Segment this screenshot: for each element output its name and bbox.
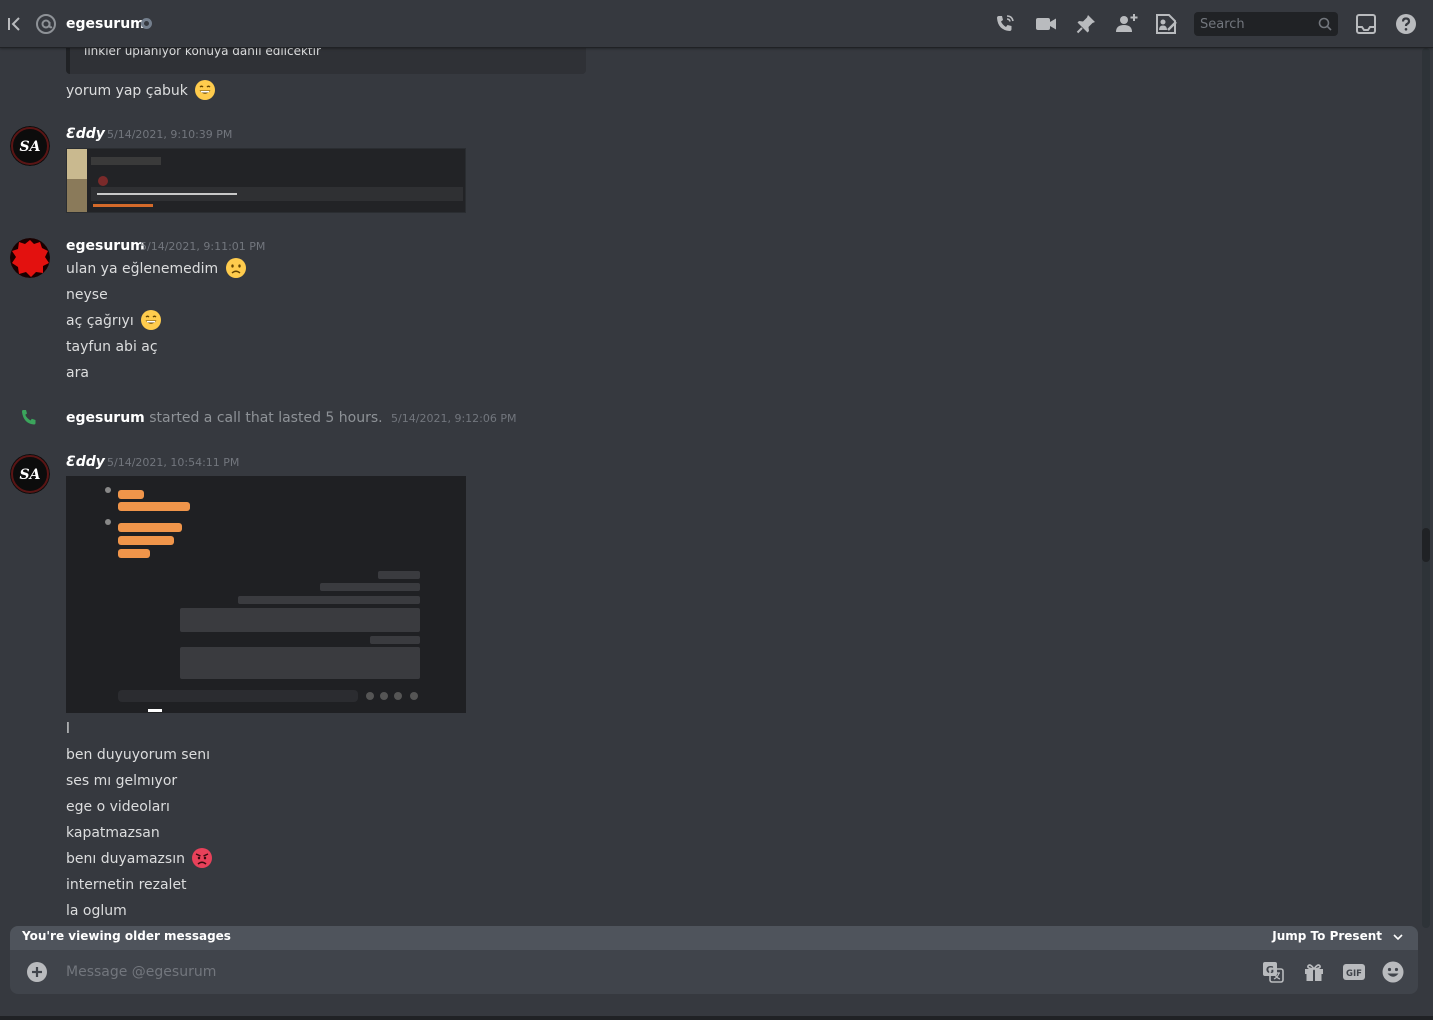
call-text: started a call that lasted 5 hours. — [149, 410, 383, 426]
message-line: la oglum — [66, 903, 127, 919]
older-messages-label: You're viewing older messages — [22, 929, 231, 943]
embed-quote: linkler upİanıyor konuya dahil edilcekti… — [66, 48, 586, 74]
message-line: ses mı gelmıyor — [66, 773, 178, 789]
svg-text:SA: SA — [20, 467, 41, 483]
gift-icon[interactable] — [1302, 960, 1326, 984]
message-composer: G GIF — [10, 950, 1418, 994]
message-line: ben duyuyorum senı — [66, 747, 210, 763]
emoji-picker-icon[interactable] — [1381, 960, 1405, 984]
message-line: benı duyamazsın — [66, 848, 213, 870]
message-line: l — [66, 721, 70, 737]
older-messages-bar: You're viewing older messages Jump To Pr… — [10, 926, 1418, 950]
svg-text:SA: SA — [20, 139, 41, 155]
translate-icon[interactable]: G — [1261, 960, 1285, 984]
message-line: aç çağrıyı — [66, 310, 162, 332]
phone-call-icon — [22, 410, 36, 425]
message-line: kapatmazsan — [66, 825, 160, 841]
avatar[interactable] — [10, 238, 50, 278]
channel-name: egesurum — [66, 16, 145, 32]
call-timestamp: 5/14/2021, 9:12:06 PM — [391, 412, 517, 425]
collapse-sidebar-icon[interactable] — [6, 14, 24, 34]
scrollbar-track[interactable] — [1422, 48, 1430, 928]
chat-screenshot-thumbnail — [66, 476, 466, 713]
avatar[interactable]: SA — [10, 126, 50, 166]
chevron-down-icon[interactable] — [1392, 931, 1404, 943]
search-box[interactable] — [1194, 12, 1338, 36]
user-profile-icon[interactable] — [1154, 12, 1178, 36]
message-author[interactable]: Ɛddy — [66, 124, 105, 144]
message-line: tayfun abi aç — [66, 339, 158, 355]
offline-status-icon — [141, 18, 152, 29]
frowning-emoji-icon — [225, 258, 246, 278]
call-user[interactable]: egesurum — [66, 410, 145, 426]
grinning-emoji-icon — [195, 80, 216, 100]
embed-quote-text: linkler upİanıyor konuya dahil edilcekti… — [84, 48, 321, 58]
add-friends-to-dm-icon[interactable] — [1114, 12, 1138, 36]
message-line: neyse — [66, 287, 108, 303]
gif-picker-icon[interactable]: GIF — [1342, 960, 1366, 984]
jump-to-present-button[interactable]: Jump To Present — [1272, 929, 1382, 943]
message-timestamp: 5/14/2021, 10:54:11 PM — [107, 456, 240, 469]
grinning-emoji-icon — [141, 310, 162, 330]
search-icon — [1318, 17, 1332, 31]
sa-logo-avatar-icon: SA — [10, 126, 50, 166]
message-line: yorum yap çabuk — [66, 80, 216, 102]
angry-face-emoji-icon — [192, 848, 213, 868]
search-input[interactable] — [1194, 12, 1314, 36]
start-video-call-icon[interactable] — [1034, 12, 1058, 36]
inbox-icon[interactable] — [1354, 12, 1378, 36]
help-icon[interactable] — [1394, 12, 1418, 36]
message-timestamp: 5/14/2021, 9:10:39 PM — [107, 128, 233, 141]
message-author[interactable]: Ɛddy — [66, 452, 105, 472]
top-bar: egesurum — [0, 0, 1433, 48]
message-author[interactable]: egesurum — [66, 236, 145, 256]
call-system-message: egesurum started a call that lasted 5 ho… — [66, 407, 516, 430]
avatar[interactable]: SA — [10, 454, 50, 494]
image-attachment[interactable] — [66, 148, 466, 213]
message-line: ulan ya eğlenemedim — [66, 258, 247, 280]
message-list: linkler upİanıyor konuya dahil edilcekti… — [0, 48, 1422, 926]
window-bottom-edge — [0, 1016, 1433, 1020]
message-timestamp: 5/14/2021, 9:11:01 PM — [140, 240, 266, 253]
svg-text:GIF: GIF — [1346, 969, 1362, 979]
scrollbar-thumb[interactable] — [1422, 528, 1430, 562]
sa-logo-avatar-icon: SA — [10, 454, 50, 494]
image-attachment[interactable] — [66, 476, 466, 713]
red-blob-avatar-icon — [10, 238, 50, 278]
message-line: ara — [66, 365, 89, 381]
add-attachment-icon[interactable] — [26, 961, 48, 983]
message-line: internetin rezalet — [66, 877, 187, 893]
message-input[interactable] — [66, 950, 1246, 994]
at-sign-icon — [36, 14, 56, 34]
pinned-messages-icon[interactable] — [1074, 12, 1098, 36]
start-voice-call-icon[interactable] — [993, 12, 1017, 36]
forum-screenshot-thumbnail — [67, 149, 465, 212]
message-line: ege o videoları — [66, 799, 170, 815]
